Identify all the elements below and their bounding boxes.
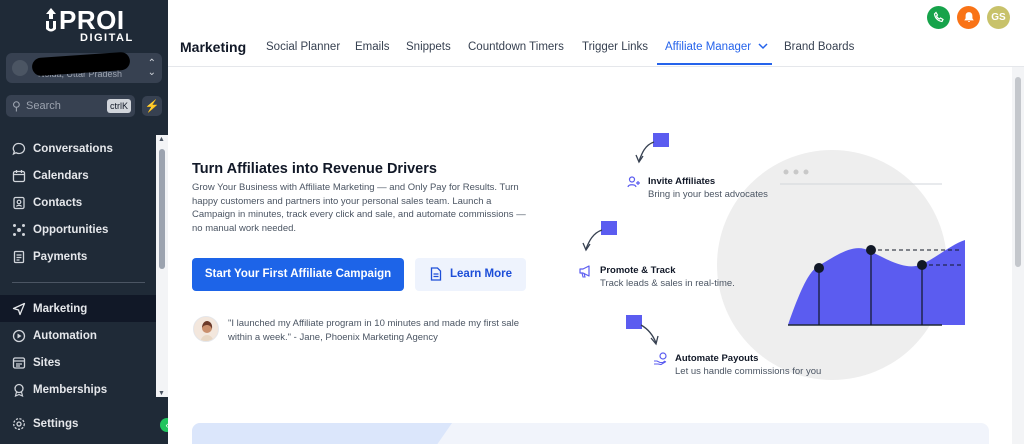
user-avatar[interactable]: GS — [987, 6, 1010, 29]
sidebar-item-label: Sites — [33, 356, 61, 369]
bottom-card — [192, 423, 989, 444]
search-placeholder: Search — [26, 100, 61, 112]
invite-users-icon — [627, 176, 640, 188]
affiliate-illustration — [582, 133, 965, 380]
sidebar-item-memberships[interactable]: Memberships — [0, 376, 156, 403]
sidebar-item-label: Automation — [33, 329, 97, 342]
sidebar-item-opportunities[interactable]: Opportunities — [0, 216, 156, 243]
start-affiliate-campaign-button[interactable]: Start Your First Affiliate Campaign — [192, 258, 404, 291]
tab-countdown-timers[interactable]: Countdown Timers — [468, 41, 564, 53]
tab-label: Affiliate Manager — [665, 41, 752, 53]
payout-hand-icon — [654, 352, 667, 366]
page-title: Marketing — [180, 39, 247, 55]
feature-title-payouts: Automate Payouts — [675, 353, 759, 364]
bottom-card-accent — [192, 423, 452, 444]
quick-action-bolt-icon[interactable]: ⚡ — [142, 96, 162, 116]
bell-icon[interactable] — [957, 6, 980, 29]
sites-icon — [12, 356, 26, 369]
tab-social-planner[interactable]: Social Planner — [266, 41, 340, 53]
tab-brand-boards[interactable]: Brand Boards — [784, 41, 854, 53]
active-tab-indicator — [657, 63, 772, 65]
feature-desc-promote: Track leads & sales in real-time. — [600, 278, 735, 289]
sidebar-item-label: Settings — [33, 417, 79, 430]
sidebar-item-contacts[interactable]: Contacts — [0, 189, 156, 216]
feature-desc-invite: Bring in your best advocates — [648, 189, 768, 200]
document-icon — [430, 267, 442, 281]
content-scrollbar[interactable] — [1012, 67, 1024, 444]
sidebar-item-label: Marketing — [33, 302, 88, 315]
send-icon — [12, 302, 26, 315]
top-bar: Marketing Social Planner Emails Snippets… — [168, 0, 1024, 67]
tab-trigger-links[interactable]: Trigger Links — [582, 41, 648, 53]
scroll-up-icon[interactable]: ▲ — [158, 136, 165, 143]
sidebar-item-conversations[interactable]: Conversations — [0, 135, 156, 162]
sidebar-item-marketing[interactable]: Marketing — [0, 295, 156, 322]
gear-icon — [13, 417, 25, 430]
tab-emails[interactable]: Emails — [355, 41, 390, 53]
search-box[interactable]: ⚲ Search ctrlK — [6, 95, 135, 117]
sidebar-divider — [12, 282, 145, 283]
sidebar-item-label: Opportunities — [33, 223, 109, 236]
sidebar-item-label: Memberships — [33, 383, 108, 396]
automation-icon — [12, 329, 26, 342]
brand-subtitle: DIGITAL — [80, 32, 134, 44]
tab-snippets[interactable]: Snippets — [406, 41, 451, 53]
sidebar-item-label: Conversations — [33, 142, 113, 155]
scroll-down-icon[interactable]: ▼ — [158, 390, 165, 397]
location-switcher[interactable]: Noida, Uttar Pradesh ⌃ ⌄ — [6, 51, 162, 83]
feature-desc-payouts: Let us handle commissions for you — [675, 366, 822, 377]
brand-name: PROI — [59, 5, 125, 35]
sidebar-scrollbar[interactable]: ▲ ▼ — [156, 135, 168, 397]
memberships-icon — [14, 383, 24, 397]
sidebar-item-settings[interactable]: Settings — [0, 410, 156, 437]
search-shortcut: ctrlK — [107, 99, 131, 113]
scrollbar-thumb[interactable] — [159, 149, 165, 269]
brand-logo[interactable]: PROI DIGITAL — [44, 5, 134, 44]
tab-affiliate-manager[interactable]: Affiliate Manager — [665, 41, 768, 53]
feature-title-promote: Promote & Track — [600, 265, 676, 276]
hero-description: Grow Your Business with Affiliate Market… — [192, 182, 526, 234]
calendar-icon — [12, 169, 26, 182]
phone-icon[interactable] — [927, 6, 950, 29]
sidebar-item-sites[interactable]: Sites — [0, 349, 156, 376]
sidebar-item-label: Calendars — [33, 169, 89, 182]
logo-arrow-icon — [46, 8, 56, 32]
opportunities-icon — [13, 223, 25, 236]
sidebar-item-label: Contacts — [33, 196, 83, 209]
sidebar-item-automation[interactable]: Automation — [0, 322, 156, 349]
sidebar-item-label: Payments — [33, 250, 88, 263]
location-icon — [12, 60, 28, 76]
scrollbar-thumb[interactable] — [1015, 77, 1021, 267]
learn-more-label: Learn More — [450, 268, 512, 280]
megaphone-icon — [579, 265, 590, 278]
search-icon: ⚲ — [12, 99, 21, 113]
sidebar-item-calendars[interactable]: Calendars — [0, 162, 156, 189]
chevron-updown-icon: ⌃ ⌄ — [147, 58, 156, 78]
sidebar-item-payments[interactable]: Payments — [0, 243, 156, 270]
chat-icon — [12, 142, 26, 155]
feature-title-invite: Invite Affiliates — [648, 176, 716, 187]
payments-icon — [13, 250, 25, 263]
hero-title: Turn Affiliates into Revenue Drivers — [192, 161, 437, 177]
learn-more-button[interactable]: Learn More — [415, 258, 526, 291]
sidebar: PROI DIGITAL Noida, Uttar Pradesh ⌃ ⌄ ⚲ S… — [0, 0, 168, 444]
contacts-icon — [13, 196, 25, 209]
testimonial-quote: "I launched my Affiliate program in 10 m… — [228, 318, 519, 343]
testimonial-avatar — [193, 316, 219, 342]
chevron-down-icon — [758, 43, 768, 50]
